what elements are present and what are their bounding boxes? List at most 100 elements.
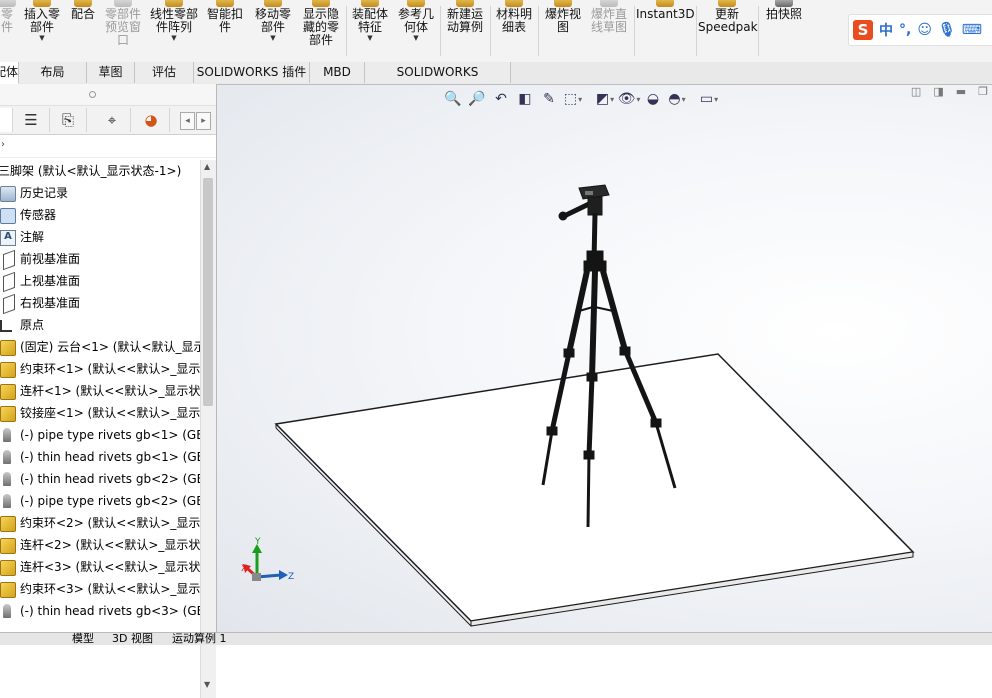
tab-solidworks-addins[interactable]: SOLIDWORKS 插件 [194, 62, 310, 83]
chevron-right-icon[interactable]: ▸ [196, 112, 211, 130]
reference-geometry-icon [407, 0, 425, 7]
take-snapshot-button[interactable]: 拍快照 [760, 0, 808, 62]
tab-mbd[interactable]: MBD [310, 62, 365, 83]
ime-punctuation-toggle[interactable]: °, [899, 22, 911, 38]
move-component-button[interactable]: 移动零 部件 ▼ [250, 0, 296, 62]
feature-manager-tab[interactable]: ▯ [0, 108, 13, 132]
chevron-left-icon[interactable]: ◂ [180, 112, 195, 130]
chevron-down-icon[interactable]: ▼ [20, 34, 64, 42]
part-icon [0, 560, 16, 576]
scroll-down-icon[interactable]: ▼ [204, 680, 210, 689]
tree-item-component[interactable]: 铰接座<1> (默认<<默认>_显示状 [0, 402, 200, 424]
smart-fasteners-button[interactable]: 智能扣 件 [204, 0, 246, 62]
explode-line-sketch-button[interactable]: 爆炸直 线草图 [586, 0, 632, 62]
microphone-icon[interactable]: 🎙 [938, 22, 956, 38]
tree-item-component[interactable]: (-) thin head rivets gb<3> (GB [0, 600, 200, 622]
crosshair-icon: ⌖ [107, 111, 117, 129]
tree-item-component[interactable]: (-) thin head rivets gb<2> (GB [0, 468, 200, 490]
chevron-down-icon[interactable]: ▼ [394, 34, 438, 42]
tree-scrollbar[interactable]: ▲ ▼ [200, 160, 216, 698]
tree-item-component[interactable]: 约束环<1> (默认<<默认>_显示状 [0, 358, 200, 380]
ribbon-divider [490, 6, 491, 56]
assembly-features-button[interactable]: 装配体 特征 ▼ [348, 0, 392, 62]
model-canvas: Y Z X [241, 184, 915, 627]
bill-of-materials-button[interactable]: 材料明 细表 [492, 0, 536, 62]
chevron-down-icon[interactable]: ▼ [348, 34, 392, 42]
chevron-down-icon[interactable]: ▼ [146, 34, 202, 42]
tab-motion-study[interactable]: 运动算例 1 [172, 633, 227, 645]
tab-model[interactable]: 模型 [72, 633, 94, 645]
tree-item-front-plane[interactable]: 前视基准面 [0, 248, 200, 270]
keyboard-icon[interactable]: ⌨ [962, 22, 982, 38]
graphics-area[interactable]: 🔍 🔎 ↶ ◧ ✎ ⬚▾ ◩▾ 👁▾ ◒ ◓▾ ▭▾ ◫ ◨ ▬ ❐ [217, 85, 992, 632]
origin-icon [0, 320, 12, 332]
show-hidden-icon [312, 0, 330, 7]
tree-item-component[interactable]: 约束环<3> (默认<<默认>_显示状 [0, 578, 200, 600]
tree-item-history[interactable]: 历史记录 [0, 182, 200, 204]
insert-components-button[interactable]: 插入零 部件 ▼ [20, 0, 64, 62]
tree-filter-bar[interactable]: › [0, 135, 216, 158]
tree-item-annotations[interactable]: A 注解 [0, 226, 200, 248]
tree-item-component[interactable]: 约束环<2> (默认<<默认>_显示状 [0, 512, 200, 534]
ime-mode-toggle[interactable]: 中 [879, 20, 893, 40]
feature-manager-panel: ▯ ☰ ⎘ ⌖ ◕ ◂ ▸ › 三脚架 (默认<默认_显示状态-1>) 历史记录… [0, 84, 217, 698]
plane-icon [3, 249, 15, 270]
exploded-view-button[interactable]: 爆炸视 图 [540, 0, 586, 62]
component-preview-button[interactable]: 零部件 预览窗 口 [102, 0, 144, 62]
reference-geometry-button[interactable]: 参考几 何体 ▼ [394, 0, 438, 62]
tree-item-component[interactable]: 连杆<2> (默认<<默认>_显示状态 [0, 534, 200, 556]
show-hidden-components-button[interactable]: 显示隐 藏的零 部件 [298, 0, 344, 62]
tab-solidworks-inspection[interactable]: SOLIDWORKS Inspection [365, 62, 511, 100]
tab-assembly[interactable]: 装配体 [0, 62, 19, 84]
grip-dot-icon [89, 91, 96, 98]
mate-button[interactable]: 配合 [66, 0, 100, 62]
linear-pattern-icon [165, 0, 183, 7]
triad-z-label: Z [288, 572, 294, 582]
part-icon [0, 406, 16, 422]
tree-item-sensors[interactable]: 传感器 [0, 204, 200, 226]
tree-item-origin[interactable]: 原点 [0, 314, 200, 336]
display-manager-tab[interactable]: ◕ [133, 108, 170, 132]
speedpak-icon [718, 0, 736, 7]
property-manager-tab[interactable]: ☰ [13, 108, 50, 132]
part-icon [0, 362, 16, 378]
mate-icon [74, 0, 92, 7]
chevron-down-icon[interactable]: ▼ [250, 34, 296, 42]
tree-root-assembly[interactable]: 三脚架 (默认<默认_显示状态-1>) [0, 160, 200, 182]
tree-item-component[interactable]: (-) pipe type rivets gb<2> (GB [0, 490, 200, 512]
tree-item-component[interactable]: (-) pipe type rivets gb<1> (GB [0, 424, 200, 446]
tab-3d-views[interactable]: 3D 视图 [112, 633, 153, 645]
tab-evaluate[interactable]: 评估 [135, 62, 194, 83]
exploded-view-icon [554, 0, 572, 7]
feature-tree: 三脚架 (默认<默认_显示状态-1>) 历史记录 传感器 A 注解 前视基准面 上… [0, 160, 200, 638]
plane-icon [3, 293, 15, 314]
ime-toolbar[interactable]: S 中 °, ☺ 🎙 ⌨ [848, 14, 992, 46]
tree-item-top-plane[interactable]: 上视基准面 [0, 270, 200, 292]
chevron-right-icon[interactable]: › [1, 139, 5, 150]
scrollbar-thumb[interactable] [203, 178, 213, 406]
new-motion-study-button[interactable]: 新建运 动算例 [442, 0, 488, 62]
scroll-up-icon[interactable]: ▲ [204, 162, 210, 171]
rivet-icon [3, 428, 11, 442]
instant3d-button[interactable]: Instant3D [636, 0, 695, 62]
tree-item-component[interactable]: (-) thin head rivets gb<1> (GB [0, 446, 200, 468]
tab-layout[interactable]: 布局 [19, 62, 87, 83]
emoji-icon[interactable]: ☺ [917, 22, 932, 38]
triad-x-label: X [241, 564, 247, 574]
tree-item-right-plane[interactable]: 右视基准面 [0, 292, 200, 314]
motion-study-icon [456, 0, 474, 7]
tab-sketch[interactable]: 草图 [87, 62, 135, 83]
assembly-feature-icon [361, 0, 379, 7]
panel-grip[interactable] [0, 84, 216, 106]
tree-item-component[interactable]: 连杆<3> (默认<<默认>_显示状态 [0, 556, 200, 578]
ribbon-divider [440, 6, 441, 56]
rivet-icon [3, 472, 11, 486]
tree-item-component[interactable]: (固定) 云台<1> (默认<默认_显示 [0, 336, 200, 358]
update-speedpak-button[interactable]: 更新 Speedpak [698, 0, 758, 62]
tree-item-component[interactable]: 连杆<1> (默认<<默认>_显示状态 [0, 380, 200, 402]
linear-pattern-button[interactable]: 线性零部 件阵列 ▼ [146, 0, 202, 62]
dimxpert-tab[interactable]: ⌖ [94, 108, 131, 132]
configuration-icon: ⎘ [61, 111, 74, 129]
configuration-manager-tab[interactable]: ⎘ [50, 108, 87, 132]
ribbon-button-part[interactable]: 零 件 [0, 0, 22, 62]
